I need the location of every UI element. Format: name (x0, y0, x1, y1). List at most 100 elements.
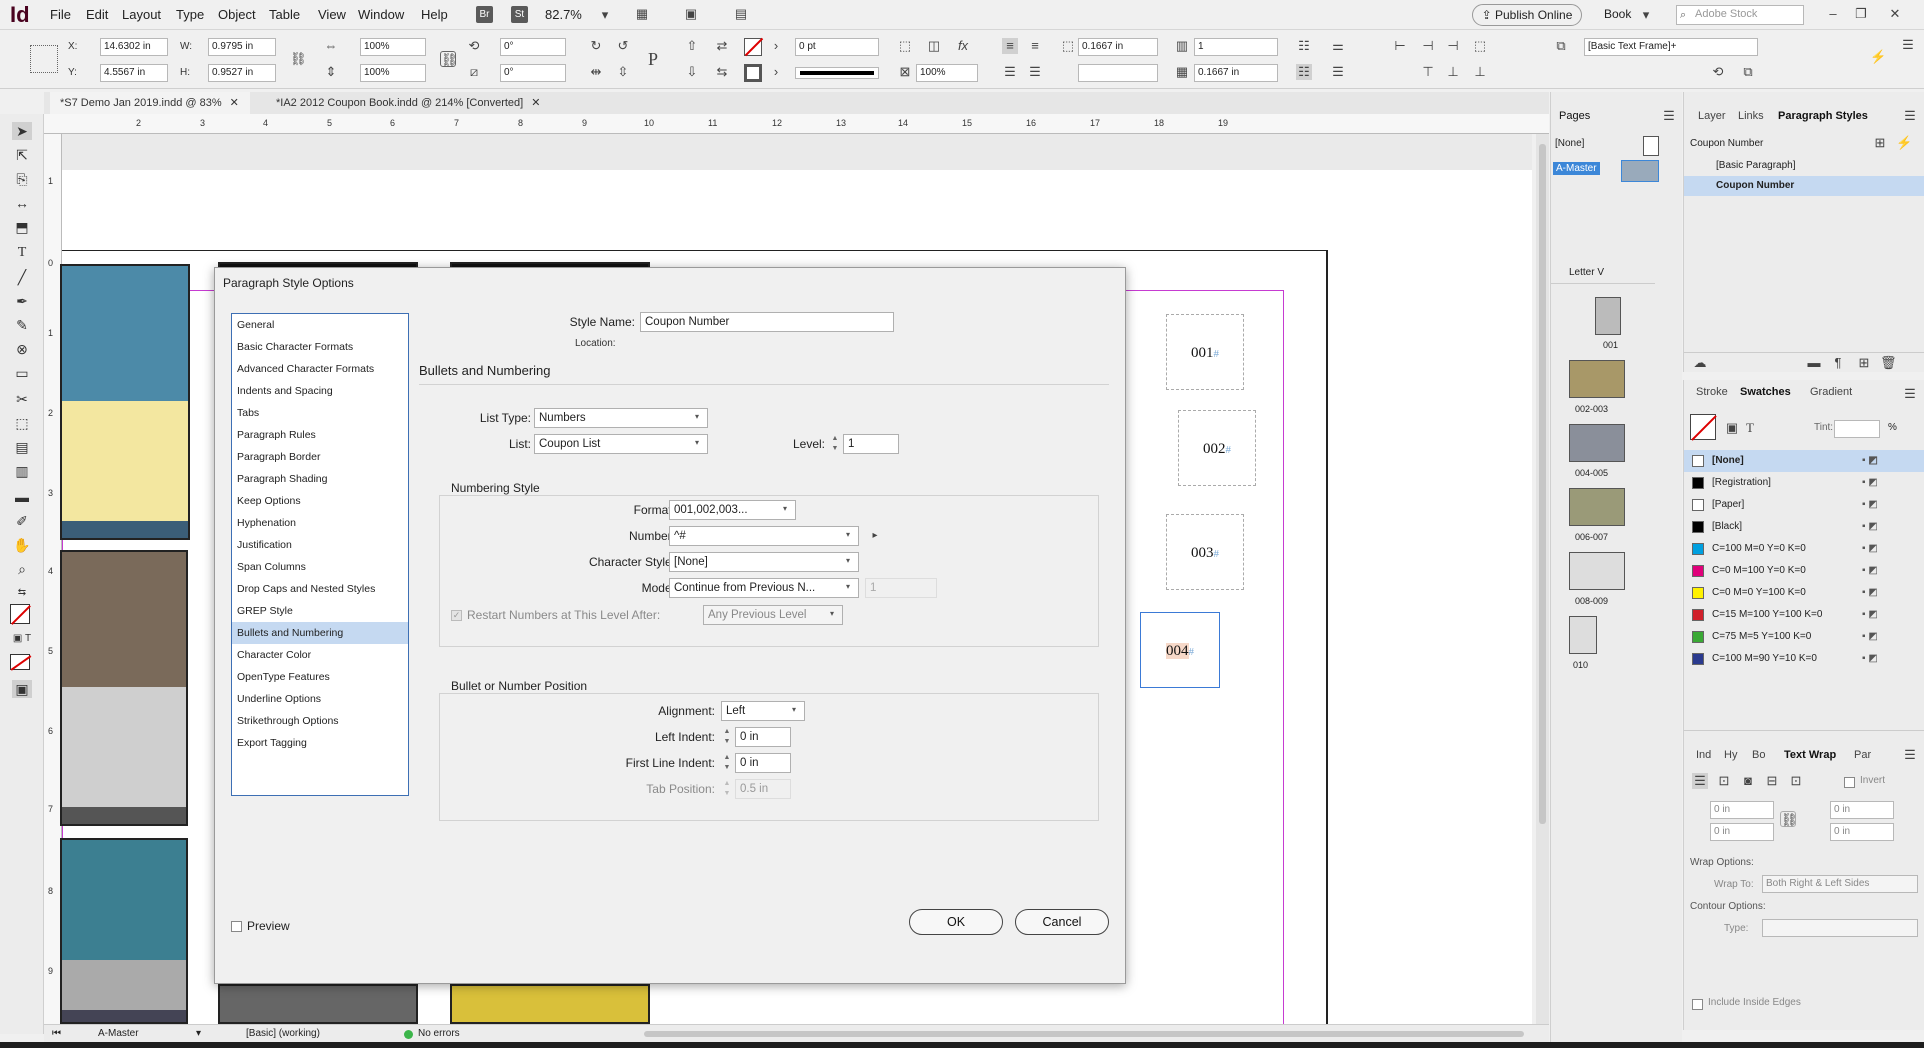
lightning-icon[interactable]: ⚡ (1896, 135, 1912, 151)
restart-numbers-checkbox[interactable]: ✓ (451, 610, 462, 621)
tab-position-spinner-icon[interactable]: ▲ ▼ (721, 779, 733, 799)
tab-layers[interactable]: Layer (1698, 110, 1726, 122)
menu-object[interactable]: Object (218, 7, 256, 22)
do-not-align-baseline-icon[interactable]: ☰ (1330, 64, 1346, 80)
category-item[interactable]: Span Columns (232, 556, 408, 578)
folder-icon[interactable]: ▬ (1806, 355, 1822, 371)
apply-color-icon[interactable]: ▣ T (12, 630, 32, 648)
swatch-row[interactable]: [Black] ▪ ◩ (1684, 516, 1924, 538)
effects-icon[interactable]: fx (955, 38, 971, 54)
swatch-row[interactable]: C=0 M=0 Y=100 K=0 ▪ ◩ (1684, 582, 1924, 604)
selection-tool-icon[interactable]: ➤ (12, 122, 32, 140)
coupon-number-frame[interactable]: 001# (1166, 314, 1244, 390)
card-image-2[interactable] (60, 550, 188, 826)
distribute-icon[interactable]: ⬚ (1472, 38, 1488, 54)
screen-mode-icon[interactable]: ▣ (683, 6, 699, 22)
stroke-swatch-icon[interactable] (744, 64, 762, 82)
scale-x-field[interactable]: 100% (360, 38, 426, 56)
category-item[interactable]: Tabs (232, 402, 408, 424)
publish-online-button[interactable]: ⇪ Publish Online (1472, 4, 1582, 26)
align-left-icon[interactable]: ≡ (1002, 38, 1018, 54)
zoom-tool-icon[interactable]: ⌕ (12, 560, 32, 578)
panel-menu-icon[interactable]: ☰ (1661, 108, 1677, 124)
stock-icon[interactable]: St (511, 6, 528, 23)
page-tool-icon[interactable]: ⎘ (12, 170, 32, 188)
rotate-field[interactable]: 0° (500, 38, 566, 56)
swatch-row[interactable]: [Paper] ▪ ◩ (1684, 494, 1924, 516)
width-field[interactable]: 0.9795 in (208, 38, 276, 56)
panel-menu-icon[interactable]: ☰ (1902, 108, 1918, 124)
menu-file[interactable]: File (50, 7, 71, 22)
apply-none-icon[interactable] (10, 654, 32, 671)
shear-field[interactable]: 0° (500, 64, 566, 82)
gutter-field[interactable]: 0.1667 in (1194, 64, 1278, 82)
page-number-field[interactable]: A-Master (98, 1025, 139, 1043)
tab-swatches[interactable]: Swatches (1740, 386, 1791, 398)
swatch-row[interactable]: [Registration] ▪ ◩ (1684, 472, 1924, 494)
category-item[interactable]: Character Color (232, 644, 408, 666)
reference-point-icon[interactable] (30, 45, 58, 73)
category-item[interactable]: Keep Options (232, 490, 408, 512)
cancel-button[interactable]: Cancel (1015, 909, 1109, 935)
coupon-number-frame-selected[interactable]: 004# (1140, 612, 1220, 688)
minimize-icon[interactable]: – (1825, 6, 1841, 22)
insert-special-character-icon[interactable]: ▸ (867, 528, 883, 544)
spread-thumbnail[interactable] (1569, 552, 1625, 590)
level-spinner-icon[interactable]: ▲ ▼ (829, 434, 841, 454)
swatch-row[interactable]: C=100 M=0 Y=0 K=0 ▪ ◩ (1684, 538, 1924, 560)
clear-overrides-icon[interactable]: ¶ (1830, 355, 1846, 371)
align-v-centers-icon[interactable]: ⊥ (1445, 64, 1461, 80)
mode-start-field[interactable]: 1 (865, 578, 937, 598)
swatch-row[interactable]: C=75 M=5 Y=100 K=0 ▪ ◩ (1684, 626, 1924, 648)
align-top-icon[interactable]: ☰ (1002, 64, 1018, 80)
flip-horizontal-icon[interactable]: ⇹ (588, 64, 604, 80)
left-offset-field[interactable]: 0 in (1830, 801, 1894, 819)
none-master-thumbnail[interactable] (1643, 136, 1659, 156)
fill-stroke-icon[interactable] (1690, 414, 1717, 441)
a-master-thumbnail[interactable] (1621, 160, 1659, 182)
zoom-level[interactable]: 82.7% (545, 7, 582, 22)
tab-s7-demo[interactable]: *S7 Demo Jan 2019.indd @ 83% ✕ (50, 92, 250, 114)
tab-coupon-book[interactable]: *IA2 2012 Coupon Book.indd @ 214% [Conve… (266, 92, 586, 114)
pages-panel-tab[interactable]: Pages (1559, 110, 1590, 122)
level-field[interactable]: 1 (843, 434, 899, 454)
flip-vertical-icon[interactable]: ⇳ (615, 64, 631, 80)
close-icon[interactable]: ✕ (531, 97, 540, 109)
align-middle-icon[interactable]: ☰ (1027, 64, 1043, 80)
horizontal-scrollbar[interactable] (644, 1031, 1524, 1037)
opacity-field[interactable]: 100% (916, 64, 978, 82)
include-inside-edges-checkbox[interactable] (1692, 999, 1703, 1010)
category-item[interactable]: Paragraph Shading (232, 468, 408, 490)
spread-thumbnail[interactable] (1569, 360, 1625, 398)
close-icon[interactable]: ✕ (230, 97, 239, 109)
top-offset-field[interactable]: 0 in (1710, 801, 1774, 819)
a-master[interactable]: A-Master (1553, 162, 1600, 175)
gradient-tool-icon[interactable]: ▤ (12, 438, 32, 456)
first-line-indent-spinner-icon[interactable]: ▲ ▼ (721, 753, 733, 773)
pencil-tool-icon[interactable]: ✎ (12, 316, 32, 334)
menu-edit[interactable]: Edit (86, 7, 108, 22)
pen-tool-icon[interactable]: ✒ (12, 292, 32, 310)
panel-menu-icon[interactable]: ☰ (1902, 386, 1918, 402)
tab-paragraph-styles[interactable]: Paragraph Styles (1778, 110, 1868, 122)
tab-stroke[interactable]: Stroke (1696, 386, 1728, 398)
text-icon[interactable]: T (1742, 420, 1758, 436)
no-wrap-icon[interactable]: ☰ (1692, 773, 1708, 789)
list-type-dropdown[interactable]: Numbers ▾ (534, 408, 708, 428)
auto-fit-icon[interactable]: ⬚ (897, 38, 913, 54)
select-previous-icon[interactable]: ⇄ (714, 38, 730, 54)
wrap-bounding-box-icon[interactable]: ⊡ (1716, 773, 1732, 789)
category-item[interactable]: Hyphenation (232, 512, 408, 534)
select-container-icon[interactable]: ⇧ (684, 38, 700, 54)
preview-checkbox[interactable] (231, 921, 242, 932)
style-item[interactable]: [Basic Paragraph] (1684, 156, 1924, 176)
card-image-1[interactable] (60, 264, 190, 540)
tab-bookmarks[interactable]: Bo (1752, 749, 1765, 761)
constrain-proportions-icon[interactable]: ⛓ (290, 51, 307, 67)
category-item[interactable]: Paragraph Rules (232, 424, 408, 446)
content-collector-icon[interactable]: ⬒ (12, 218, 32, 236)
wrap-to-dropdown[interactable]: Both Right & Left Sides (1762, 875, 1918, 893)
align-right-edges-icon[interactable]: ⊣ (1445, 38, 1461, 54)
panel-menu-icon[interactable]: ☰ (1900, 37, 1916, 53)
gap-field[interactable]: 0.1667 in (1078, 38, 1158, 56)
